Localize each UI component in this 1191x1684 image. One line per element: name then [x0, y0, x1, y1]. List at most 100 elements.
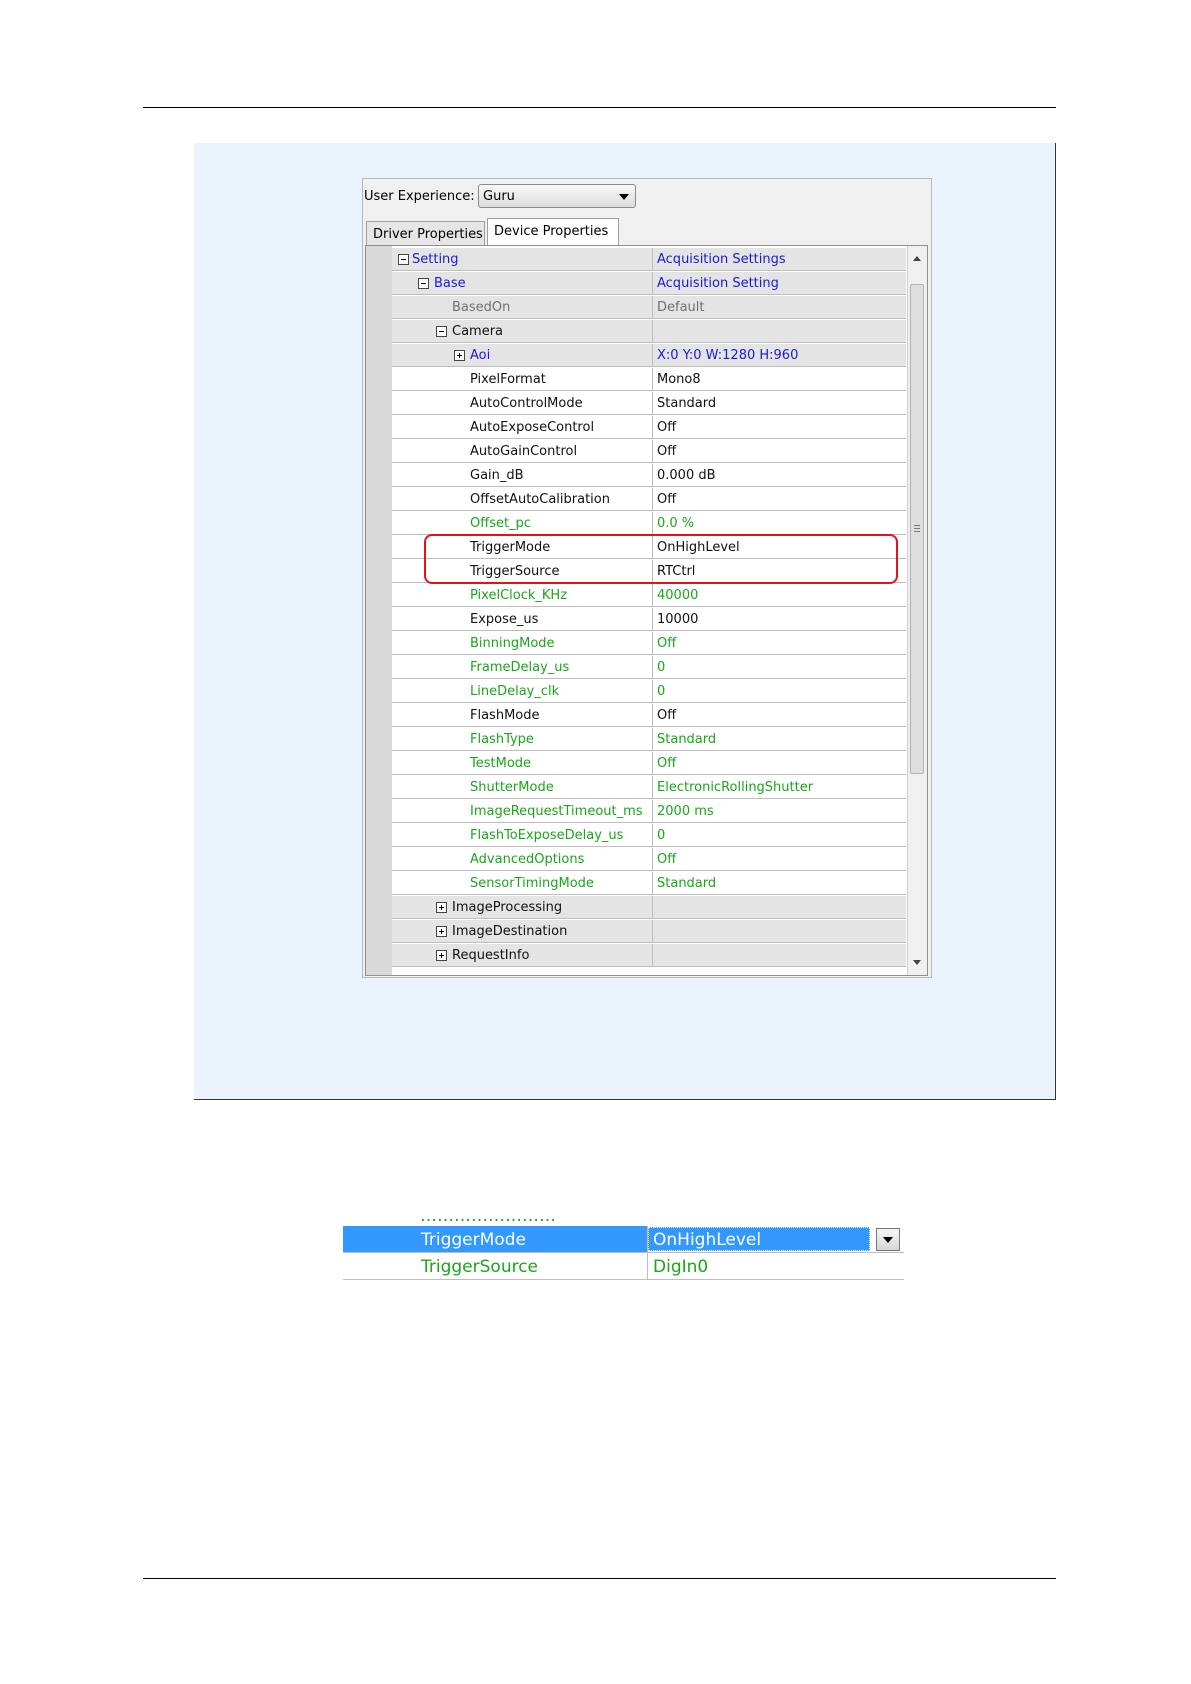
property-name-cell: Setting [392, 248, 652, 271]
property-value-cell[interactable]: Off [652, 632, 906, 655]
user-experience-select[interactable]: Guru [478, 184, 636, 208]
property-value-cell[interactable]: Default [652, 296, 906, 319]
property-value-cell[interactable]: Acquisition Settings [652, 248, 906, 271]
collapse-icon[interactable] [436, 326, 447, 337]
property-name: Setting [412, 252, 459, 267]
property-value-cell[interactable] [652, 920, 906, 943]
property-row[interactable]: PixelFormat Mono8 [366, 368, 906, 392]
property-row[interactable]: AutoGainControl Off [366, 440, 906, 464]
property-name-cell: PixelClock_KHz [392, 584, 652, 607]
property-row[interactable]: SensorTimingMode Standard [366, 872, 906, 896]
property-name: ImageDestination [452, 924, 568, 939]
property-value-cell[interactable]: Off [652, 488, 906, 511]
property-value-cell[interactable]: 0.0 % [652, 512, 906, 535]
property-name: FrameDelay_us [470, 660, 570, 675]
property-value: Standard [657, 732, 717, 747]
property-value-cell[interactable]: Off [652, 752, 906, 775]
property-row[interactable]: FlashToExposeDelay_us 0 [366, 824, 906, 848]
property-name-cell: BinningMode [392, 632, 652, 655]
property-value-cell[interactable] [652, 944, 906, 967]
property-row[interactable]: TestMode Off [366, 752, 906, 776]
property-grid: Setting Acquisition Settings Base Acquisiti… [365, 245, 928, 976]
property-name: LineDelay_clk [470, 684, 560, 699]
scroll-up-icon[interactable] [913, 256, 921, 261]
property-value-cell[interactable]: Off [652, 704, 906, 727]
property-row[interactable]: BasedOn Default [366, 296, 906, 320]
property-name: AdvancedOptions [470, 852, 585, 867]
expand-icon[interactable] [436, 902, 447, 913]
crop-property-row[interactable]: TriggerMode OnHighLevel [343, 1226, 904, 1253]
crop-value-cell[interactable]: OnHighLevel [647, 1226, 904, 1253]
vertical-scrollbar[interactable] [907, 246, 927, 975]
property-row[interactable]: ImageProcessing [366, 896, 906, 920]
property-value-cell[interactable]: 0 [652, 680, 906, 703]
property-name: RequestInfo [452, 948, 530, 963]
property-value-cell[interactable] [652, 320, 906, 343]
crop-value-cell[interactable]: DigIn0 [647, 1253, 904, 1280]
expand-icon[interactable] [454, 350, 465, 361]
property-row[interactable]: Aoi X:0 Y:0 W:1280 H:960 [366, 344, 906, 368]
property-value-cell[interactable]: 40000 [652, 584, 906, 607]
property-value-cell[interactable]: 0 [652, 656, 906, 679]
dropdown-arrow-icon[interactable] [876, 1228, 900, 1251]
property-value-cell[interactable]: X:0 Y:0 W:1280 H:960 [652, 344, 906, 367]
collapse-icon[interactable] [418, 278, 429, 289]
property-name: FlashType [470, 732, 534, 747]
property-value-cell[interactable]: 0 [652, 824, 906, 847]
property-row[interactable]: Offset_pc 0.0 % [366, 512, 906, 536]
property-value: Off [657, 444, 677, 459]
chevron-down-icon [619, 194, 629, 200]
property-value-cell[interactable] [652, 896, 906, 919]
property-row[interactable]: Base Acquisition Setting [366, 272, 906, 296]
user-experience-value: Guru [483, 189, 515, 204]
property-row[interactable]: ShutterMode ElectronicRollingShutter [366, 776, 906, 800]
property-value-cell[interactable]: Acquisition Setting [652, 272, 906, 295]
property-row[interactable]: FlashMode Off [366, 704, 906, 728]
property-value-cell[interactable]: Off [652, 848, 906, 871]
property-row[interactable]: RequestInfo [366, 944, 906, 968]
property-row[interactable]: LineDelay_clk 0 [366, 680, 906, 704]
tab-device-properties[interactable]: Device Properties [487, 218, 619, 246]
user-experience-label: User Experience: [364, 189, 475, 204]
property-name-cell: Gain_dB [392, 464, 652, 487]
property-value-cell[interactable]: Standard [652, 392, 906, 415]
tab-device-properties-label: Device Properties [494, 224, 609, 239]
property-value: X:0 Y:0 W:1280 H:960 [657, 348, 799, 363]
property-row[interactable]: AdvancedOptions Off [366, 848, 906, 872]
property-row[interactable]: Expose_us 10000 [366, 608, 906, 632]
property-value: Off [657, 636, 677, 651]
property-value: 0 [657, 660, 666, 675]
collapse-icon[interactable] [398, 254, 409, 265]
property-row[interactable]: FrameDelay_us 0 [366, 656, 906, 680]
property-row[interactable]: ImageDestination [366, 920, 906, 944]
property-value: 2000 ms [657, 804, 714, 819]
property-row[interactable]: Gain_dB 0.000 dB [366, 464, 906, 488]
property-row[interactable]: PixelClock_KHz 40000 [366, 584, 906, 608]
property-row[interactable]: ImageRequestTimeout_ms 2000 ms [366, 800, 906, 824]
property-value-cell[interactable]: ElectronicRollingShutter [652, 776, 906, 799]
property-name: TestMode [470, 756, 532, 771]
property-name: FlashToExposeDelay_us [470, 828, 624, 843]
property-row[interactable]: AutoControlMode Standard [366, 392, 906, 416]
property-value-cell[interactable]: Off [652, 416, 906, 439]
property-row[interactable]: OffsetAutoCalibration Off [366, 488, 906, 512]
property-row[interactable]: Camera [366, 320, 906, 344]
property-value-cell[interactable]: 2000 ms [652, 800, 906, 823]
property-value-cell[interactable]: 0.000 dB [652, 464, 906, 487]
scroll-down-icon[interactable] [913, 960, 921, 965]
expand-icon[interactable] [436, 950, 447, 961]
property-row[interactable]: FlashType Standard [366, 728, 906, 752]
expand-icon[interactable] [436, 926, 447, 937]
property-value-cell[interactable]: 10000 [652, 608, 906, 631]
property-value-cell[interactable]: Mono8 [652, 368, 906, 391]
property-row[interactable]: BinningMode Off [366, 632, 906, 656]
property-row[interactable]: Setting Acquisition Settings [366, 248, 906, 272]
property-value-cell[interactable]: Standard [652, 728, 906, 751]
tab-driver-properties[interactable]: Driver Properties [366, 221, 485, 245]
property-name: ShutterMode [470, 780, 554, 795]
property-value-cell[interactable]: Standard [652, 872, 906, 895]
scrollbar-thumb[interactable] [910, 284, 924, 774]
property-row[interactable]: AutoExposeControl Off [366, 416, 906, 440]
crop-property-row[interactable]: TriggerSource DigIn0 [343, 1253, 904, 1280]
property-value-cell[interactable]: Off [652, 440, 906, 463]
